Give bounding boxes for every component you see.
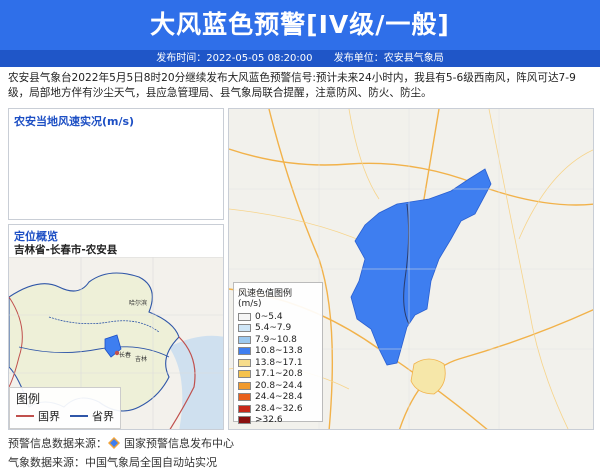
publish-time: 发布时间：2022-05-05 08:20:00 <box>156 53 313 64</box>
legend-row: 10.8~13.8 <box>238 346 318 358</box>
legend-row: 24.4~28.4 <box>238 392 318 404</box>
legend-swatch <box>238 416 251 425</box>
wind-color-legend: 风速色值图例 (m/s) 0~5.4 5.4~7.9 7.9~10.8 10.8~13… <box>233 282 323 425</box>
legend-row: >32.6 <box>238 415 318 427</box>
location-path: 吉林省-长春市-农安县 <box>14 244 118 256</box>
legend-swatch <box>238 312 251 321</box>
legend-label: 20.8~24.4 <box>255 380 303 391</box>
legend-swatch <box>238 347 251 356</box>
legend-swatch <box>238 358 251 367</box>
warning-description: 农安县气象台2022年5月5日8时20分继续发布大风蓝色预警信号:预计未来24小… <box>8 72 576 99</box>
weather-source-line: 气象数据来源：中国气象局全国自动站实况 <box>8 456 217 469</box>
warning-source-line: 预警信息数据来源： 国家预警信息发布中心 <box>8 435 234 451</box>
overview-legend-title: 图例 <box>16 392 41 406</box>
warning-source-label: 预警信息数据来源： <box>8 437 107 450</box>
province-border-label: 省界 <box>92 410 114 423</box>
legend-swatch <box>238 324 251 333</box>
legend-swatch <box>238 335 251 344</box>
legend-label: 10.8~13.8 <box>255 346 303 357</box>
province-border-swatch <box>70 415 88 417</box>
legend-row: 28.4~32.6 <box>238 403 318 415</box>
legend-label: 28.4~32.6 <box>255 403 303 414</box>
legend-label: 24.4~28.4 <box>255 392 303 403</box>
legend-swatch <box>238 381 251 390</box>
city-label-changchun: 长春 <box>119 351 131 359</box>
legend-row: 20.8~24.4 <box>238 380 318 392</box>
legend-label: 5.4~7.9 <box>255 323 292 334</box>
publish-unit: 发布单位：农安县气象局 <box>333 53 444 64</box>
national-border-swatch <box>16 415 34 417</box>
legend-swatch <box>238 370 251 379</box>
legend-row: 13.8~17.1 <box>238 357 318 369</box>
legend-row: 17.1~20.8 <box>238 369 318 381</box>
overview-legend: 图例 国界 省界 <box>9 387 121 429</box>
national-border-label: 国界 <box>38 410 60 423</box>
warning-header: 大风蓝色预警[IV级/一般] <box>0 0 600 50</box>
legend-row: 5.4~7.9 <box>238 323 318 335</box>
legend-label: 0~5.4 <box>255 311 283 322</box>
wind-legend-title: 风速色值图例 (m/s) <box>238 289 293 309</box>
wind-panel-title: 农安当地风速实况(m/s) <box>14 115 135 128</box>
warning-source-link[interactable]: 国家预警信息发布中心 <box>124 435 234 451</box>
page-title: 大风蓝色预警[IV级/一般] <box>150 10 450 39</box>
city-label-jilin: 吉林 <box>135 355 147 363</box>
wind-speed-panel: 农安当地风速实况(m/s) <box>8 108 224 220</box>
legend-label: 13.8~17.1 <box>255 357 303 368</box>
publish-meta: 发布时间：2022-05-05 08:20:00 发布单位：农安县气象局 <box>0 50 600 67</box>
legend-swatch <box>238 404 251 413</box>
legend-label: 7.9~10.8 <box>255 334 297 345</box>
legend-label: >32.6 <box>255 415 283 426</box>
legend-row: 7.9~10.8 <box>238 334 318 346</box>
warning-center-logo-icon <box>108 437 120 449</box>
city-label-harbin: 哈尔滨 <box>129 299 147 307</box>
legend-row: 0~5.4 <box>238 311 318 323</box>
legend-label: 17.1~20.8 <box>255 369 303 380</box>
legend-swatch <box>238 393 251 402</box>
